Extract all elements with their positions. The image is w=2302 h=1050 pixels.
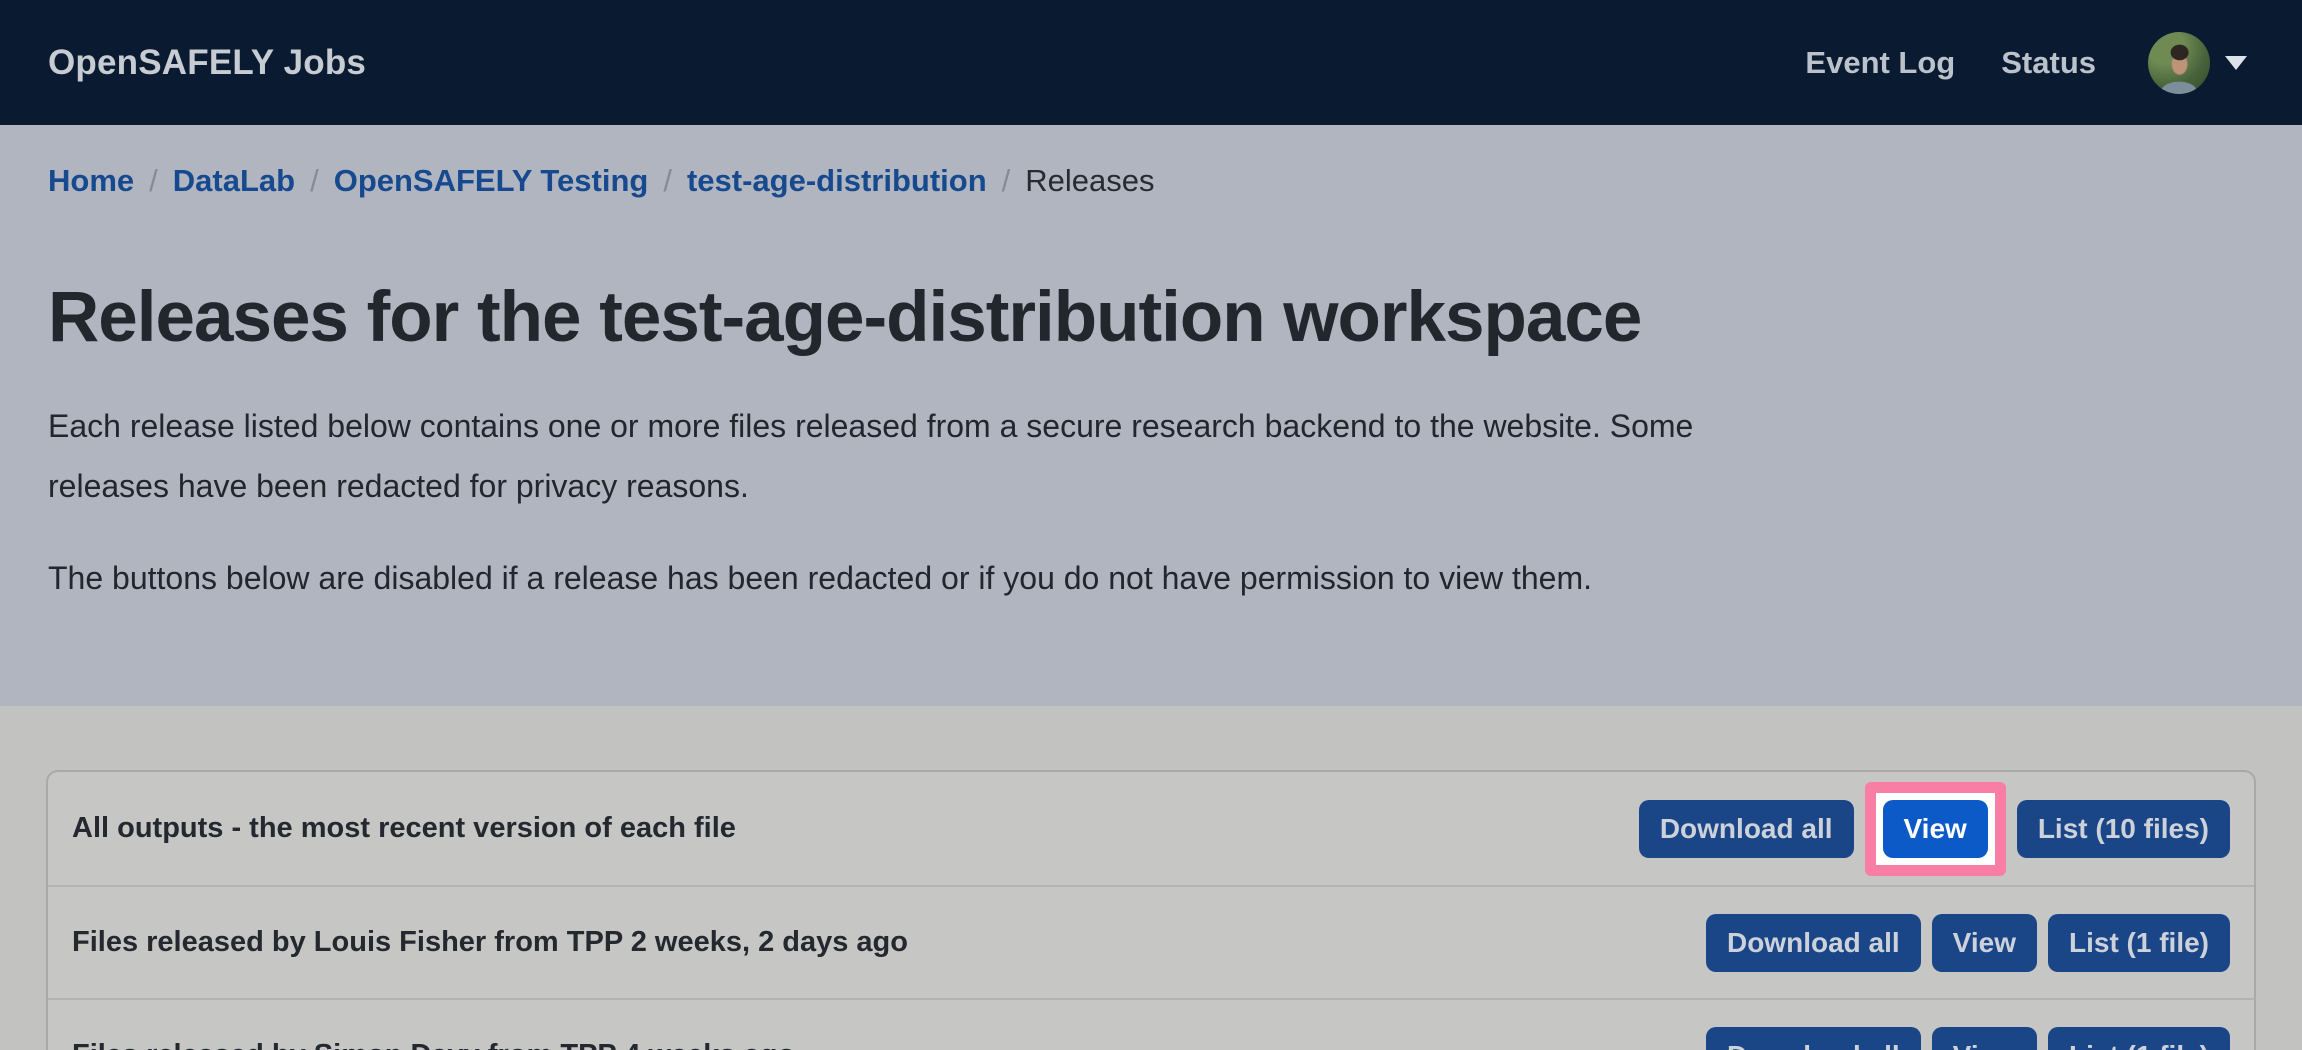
release-row-actions: Download all View List (1 file) <box>1706 1027 2230 1050</box>
avatar[interactable] <box>2148 32 2210 94</box>
breadcrumb-workspace[interactable]: test-age-distribution <box>687 161 987 201</box>
release-row-louis-fisher: Files released by Louis Fisher from TPP … <box>48 885 2254 998</box>
view-button[interactable]: View <box>1932 1027 2037 1050</box>
highlight-annotation: View <box>1865 782 2006 876</box>
list-files-button[interactable]: List (1 file) <box>2048 1027 2230 1050</box>
breadcrumb-separator: / <box>1002 161 1011 201</box>
intro-line-2: releases have been redacted for privacy … <box>48 468 749 504</box>
breadcrumb-datalab[interactable]: DataLab <box>173 161 295 201</box>
release-row-all-outputs: All outputs - the most recent version of… <box>48 772 2254 885</box>
release-row-actions: Download all View List (1 file) <box>1706 914 2230 972</box>
breadcrumb-separator: / <box>310 161 319 201</box>
intro-line-1: Each release listed below contains one o… <box>48 408 1693 444</box>
list-files-button[interactable]: List (1 file) <box>2048 914 2230 972</box>
page-title: Releases for the test-age-distribution w… <box>48 277 2254 358</box>
view-button[interactable]: View <box>1932 914 2037 972</box>
nav-status[interactable]: Status <box>2001 45 2096 81</box>
hero-section: Home / DataLab / OpenSAFELY Testing / te… <box>0 125 2302 706</box>
releases-card: All outputs - the most recent version of… <box>46 770 2256 1050</box>
breadcrumb-opensafely-testing[interactable]: OpenSAFELY Testing <box>334 161 649 201</box>
download-all-button[interactable]: Download all <box>1706 914 1921 972</box>
release-row-label: Files released by Simon Davy from TPP 4 … <box>72 1039 795 1050</box>
release-row-label: Files released by Louis Fisher from TPP … <box>72 926 908 959</box>
release-row-simon-davy: Files released by Simon Davy from TPP 4 … <box>48 998 2254 1050</box>
release-row-actions: Download all View List (10 files) <box>1639 782 2230 876</box>
breadcrumb-separator: / <box>663 161 672 201</box>
releases-section: All outputs - the most recent version of… <box>0 706 2302 1050</box>
note-text: The buttons below are disabled if a rele… <box>48 548 2254 608</box>
nav-event-log[interactable]: Event Log <box>1805 45 1955 81</box>
brand-title[interactable]: OpenSAFELY Jobs <box>48 43 366 83</box>
intro-text: Each release listed below contains one o… <box>48 396 2254 516</box>
header: OpenSAFELY Jobs Event Log Status <box>0 0 2302 125</box>
breadcrumb-home[interactable]: Home <box>48 161 134 201</box>
list-files-button[interactable]: List (10 files) <box>2017 800 2230 858</box>
view-button[interactable]: View <box>1883 800 1988 858</box>
download-all-button[interactable]: Download all <box>1706 1027 1921 1050</box>
user-menu[interactable] <box>2148 32 2247 94</box>
breadcrumb: Home / DataLab / OpenSAFELY Testing / te… <box>48 161 2254 201</box>
download-all-button[interactable]: Download all <box>1639 800 1854 858</box>
chevron-down-icon[interactable] <box>2225 56 2247 70</box>
breadcrumb-current-releases: Releases <box>1025 161 1154 201</box>
breadcrumb-separator: / <box>149 161 158 201</box>
header-nav: Event Log Status <box>1805 32 2247 94</box>
release-row-label: All outputs - the most recent version of… <box>72 812 736 845</box>
